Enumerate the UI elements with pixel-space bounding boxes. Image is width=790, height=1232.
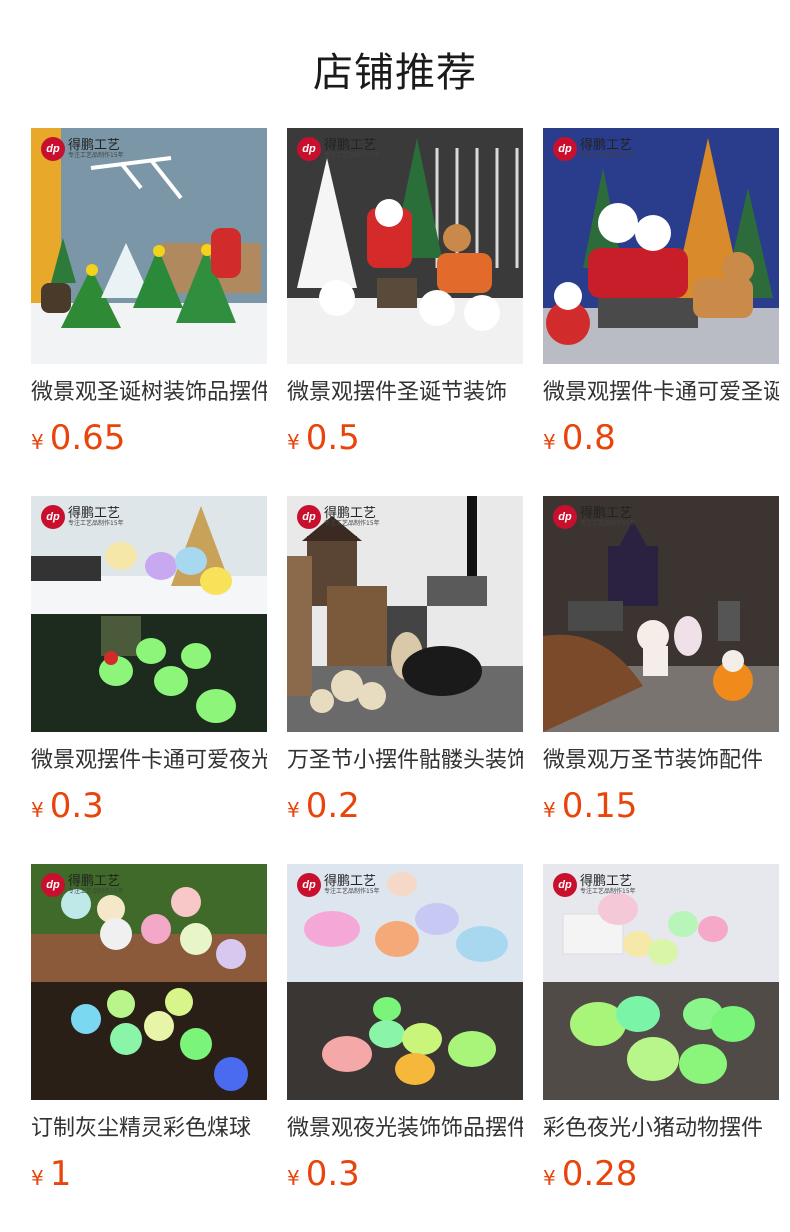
product-name[interactable]: 微景观摆件卡通可爱夜光	[31, 746, 267, 776]
brand-logo-icon: dp	[553, 505, 577, 529]
product-name[interactable]: 微景观摆件卡通可爱圣诞	[543, 378, 779, 408]
product-card[interactable]: dp 得鹏工艺 专注工艺品制作15年	[31, 496, 267, 826]
product-price: ¥1	[31, 1154, 72, 1194]
product-name[interactable]: 微景观万圣节装饰配件	[543, 746, 779, 776]
brand-watermark: dp 得鹏工艺 专注工艺品制作15年	[297, 505, 380, 529]
product-card[interactable]: dp 得鹏工艺 专注工艺品制作15年 微景观万圣节装饰配件 ¥0.15	[543, 496, 779, 826]
brand-watermark: dp 得鹏工艺 专注工艺品制作15年	[297, 873, 380, 897]
brand-watermark: dp 得鹏工艺 专注工艺品制作15年	[553, 505, 636, 529]
brand-logo-icon: dp	[553, 137, 577, 161]
product-card[interactable]: dp 得鹏工艺 专注工艺品制作15年	[31, 864, 267, 1194]
product-card[interactable]: dp 得鹏工艺 专注工艺品制作15年	[287, 128, 523, 458]
brand-logo-icon: dp	[297, 873, 321, 897]
product-image[interactable]: dp 得鹏工艺 专注工艺品制作15年	[31, 128, 267, 364]
product-image[interactable]: dp 得鹏工艺 专注工艺品制作15年	[287, 496, 523, 732]
product-price: ¥0.3	[287, 1154, 360, 1194]
product-card[interactable]: dp 得鹏工艺 专注工艺品制作15年 微景观夜光装饰饰品摆件 ¥0.3	[287, 864, 523, 1194]
brand-watermark: dp 得鹏工艺 专注工艺品制作15年	[41, 137, 124, 161]
product-price: ¥0.3	[31, 786, 104, 826]
brand-watermark: dp 得鹏工艺 专注工艺品制作15年	[553, 137, 636, 161]
product-card[interactable]: dp 得鹏工艺 专注工艺品制作15年 微景观摆件卡通可爱圣诞 ¥0.8	[543, 128, 779, 458]
product-name[interactable]: 订制灰尘精灵彩色煤球	[31, 1114, 267, 1144]
product-name[interactable]: 微景观摆件圣诞节装饰	[287, 378, 523, 408]
product-price: ¥0.8	[543, 418, 616, 458]
product-card[interactable]: dp 得鹏工艺 专注工艺品制作15年 万圣节小摆件骷髅头装饰 ¥0.2	[287, 496, 523, 826]
page-title: 店铺推荐	[313, 50, 477, 96]
product-price: ¥0.28	[543, 1154, 638, 1194]
brand-logo-icon: dp	[297, 137, 321, 161]
brand-watermark: dp 得鹏工艺 专注工艺品制作15年	[553, 873, 636, 897]
product-card[interactable]: dp 得鹏工艺 专注工艺品制作15年 彩色夜光小猪动物摆件 ¥0.28	[543, 864, 779, 1194]
brand-logo-icon: dp	[553, 873, 577, 897]
product-price: ¥0.65	[31, 418, 126, 458]
product-image[interactable]: dp 得鹏工艺 专注工艺品制作15年	[543, 864, 779, 1100]
product-card[interactable]: dp 得鹏工艺 专注工艺品制作15年 微景观圣诞树装饰品摆件 ¥ 0.65	[31, 128, 267, 458]
product-image[interactable]: dp 得鹏工艺 专注工艺品制作15年	[287, 864, 523, 1100]
brand-logo-icon: dp	[41, 873, 65, 897]
product-name[interactable]: 微景观圣诞树装饰品摆件	[31, 378, 267, 408]
brand-watermark: dp 得鹏工艺 专注工艺品制作15年	[41, 873, 124, 897]
product-name[interactable]: 微景观夜光装饰饰品摆件	[287, 1114, 523, 1144]
product-name[interactable]: 彩色夜光小猪动物摆件	[543, 1114, 779, 1144]
brand-watermark: dp 得鹏工艺 专注工艺品制作15年	[297, 137, 380, 161]
product-image[interactable]: dp 得鹏工艺 专注工艺品制作15年	[543, 128, 779, 364]
product-image[interactable]: dp 得鹏工艺 专注工艺品制作15年	[287, 128, 523, 364]
brand-logo-icon: dp	[41, 137, 65, 161]
brand-watermark: dp 得鹏工艺 专注工艺品制作15年	[41, 505, 124, 529]
product-image[interactable]: dp 得鹏工艺 专注工艺品制作15年	[543, 496, 779, 732]
product-price: ¥0.15	[543, 786, 638, 826]
brand-logo-icon: dp	[41, 505, 65, 529]
product-image[interactable]: dp 得鹏工艺 专注工艺品制作15年	[31, 496, 267, 732]
product-price: ¥0.5	[287, 418, 360, 458]
product-image[interactable]: dp 得鹏工艺 专注工艺品制作15年	[31, 864, 267, 1100]
product-name[interactable]: 万圣节小摆件骷髅头装饰	[287, 746, 523, 776]
brand-logo-icon: dp	[297, 505, 321, 529]
product-price: ¥0.2	[287, 786, 360, 826]
